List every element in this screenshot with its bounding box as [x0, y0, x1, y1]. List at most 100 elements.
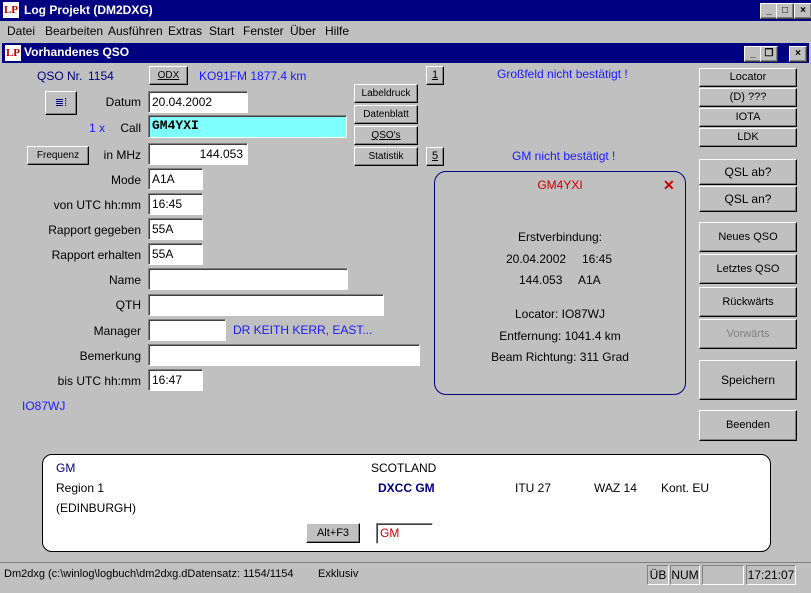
bemerkung-field[interactable] — [148, 344, 420, 366]
erst-freq: 144.053 — [519, 273, 563, 287]
von-utc-label: von UTC hh:mm — [53, 198, 141, 212]
statistik-button[interactable]: Statistik — [354, 147, 418, 166]
call-label: Call — [120, 121, 141, 135]
rueckwaerts-button[interactable]: Rückwärts — [699, 287, 797, 317]
child-close-button[interactable]: × — [789, 46, 807, 62]
menu-bar: Datei Bearbeiten Ausführen Extras Start … — [0, 21, 811, 41]
neues-qso-button[interactable]: Neues QSO — [699, 222, 797, 252]
rapport-gegeben-label: Rapport gegeben — [48, 223, 141, 237]
alt-f3-button[interactable]: Alt+F3 — [306, 523, 360, 543]
name-label: Name — [108, 273, 141, 287]
child-title: Vorhandenes QSO — [24, 45, 130, 59]
warning-grossfeld: Großfeld nicht bestätigt ! — [497, 67, 628, 81]
status-mode: Exklusiv — [318, 568, 359, 580]
locator-button[interactable]: Locator — [699, 68, 797, 87]
child-icon: LP — [5, 45, 21, 61]
window-title: Log Projekt (DM2DXG) — [24, 3, 153, 17]
name-field[interactable] — [148, 268, 348, 290]
manager-info: DR KEITH KERR, EAST... — [233, 323, 373, 337]
call-count: 1 x — [89, 121, 106, 135]
datenblatt-button[interactable]: Datenblatt — [354, 105, 418, 124]
warning-gm: GM nicht bestätigt ! — [512, 149, 616, 163]
dxcc-itu: ITU 27 — [515, 481, 552, 495]
dxcc-info-panel: GM SCOTLAND Region 1 DXCC GM ITU 27 WAZ … — [42, 454, 771, 552]
von-utc-field[interactable]: 16:45 — [148, 193, 203, 215]
menu-start[interactable]: Start — [209, 24, 234, 38]
list-button[interactable]: ≣⁞ — [45, 91, 77, 115]
rapport-erhalten-field[interactable]: 55A — [148, 243, 203, 265]
maximize-button[interactable]: □ — [776, 3, 794, 19]
iota-button[interactable]: IOTA — [699, 108, 797, 127]
speichern-button[interactable]: Speichern — [699, 360, 797, 400]
mode-label: Mode — [110, 173, 141, 187]
prefix-field[interactable]: GM — [376, 523, 433, 544]
child-title-bar: LP Vorhandenes QSO _ ❐ × — [2, 43, 809, 63]
qsl-ab-button[interactable]: QSL ab? — [699, 159, 797, 185]
dxcc-region: Region 1 — [56, 481, 105, 495]
ldk-button[interactable]: LDK — [699, 128, 797, 147]
freq-field[interactable]: 144.053 — [148, 143, 248, 165]
rapport-gegeben-field[interactable]: 55A — [148, 218, 203, 240]
freq-label: in MHz — [103, 148, 141, 162]
rapport-erhalten-label: Rapport erhalten — [51, 248, 141, 262]
call-field[interactable]: GM4YXI — [148, 115, 347, 138]
qso-nr: 1154 — [88, 69, 114, 83]
menu-extras[interactable]: Extras — [168, 24, 202, 38]
menu-datei[interactable]: Datei — [7, 24, 35, 38]
close-button[interactable]: × — [794, 3, 811, 19]
one-button[interactable]: 1 — [426, 66, 444, 85]
d-button[interactable]: (D) ??? — [699, 88, 797, 107]
bemerkung-label: Bemerkung — [79, 349, 141, 363]
locator-display: IO87WJ — [22, 399, 66, 413]
dxcc-waz: WAZ 14 — [594, 481, 637, 495]
status-empty — [702, 565, 744, 585]
qth-field[interactable] — [148, 294, 384, 316]
mode-field[interactable]: A1A — [148, 168, 203, 190]
qso-nr-label: QSO Nr. — [37, 69, 83, 83]
frequenz-button[interactable]: Frequenz — [27, 146, 89, 165]
child-restore-button[interactable]: ❐ — [760, 46, 778, 62]
dxcc-prefix: GM — [56, 461, 76, 475]
odx-button[interactable]: ODX — [149, 66, 188, 85]
menu-bearbeiten[interactable]: Bearbeiten — [45, 24, 103, 38]
menu-hilfe[interactable]: Hilfe — [325, 24, 349, 38]
popup-locator: Locator: IO87WJ — [514, 307, 606, 321]
erst-date: 20.04.2002 — [506, 252, 567, 266]
status-time: 17:21:07 — [746, 565, 796, 585]
letztes-qso-button[interactable]: Letztes QSO — [699, 254, 797, 284]
popup-close-icon[interactable]: ✕ — [663, 177, 675, 194]
five-button[interactable]: 5 — [426, 147, 444, 166]
menu-fenster[interactable]: Fenster — [243, 24, 284, 38]
popup-entfernung: Entfernung: 1041.4 km — [499, 329, 621, 343]
dxcc-country: SCOTLAND — [371, 461, 437, 475]
locator-distance: KO91FM 1877.4 km — [199, 69, 307, 83]
status-num: NUM — [670, 565, 700, 585]
status-file: Dm2dxg (c:\winlog\logbuch\dm2dxg.dDatens… — [4, 568, 294, 580]
dxcc-entity: DXCC GM — [378, 481, 435, 495]
manager-field[interactable] — [148, 319, 226, 341]
labeldruck-button[interactable]: Labeldruck — [354, 84, 418, 103]
menu-ausfuehren[interactable]: Ausführen — [108, 24, 163, 38]
erstverbindung-label: Erstverbindung: — [517, 230, 603, 244]
popup-call: GM4YXI — [537, 178, 583, 192]
popup-beam: Beam Richtung: 311 Grad — [491, 350, 629, 364]
datum-label: Datum — [105, 95, 141, 109]
bis-utc-field[interactable]: 16:47 — [148, 369, 203, 391]
bis-utc-label: bis UTC hh:mm — [57, 374, 141, 388]
manager-label: Manager — [93, 324, 141, 338]
dxcc-kont: Kont. EU — [661, 481, 710, 495]
vorwaerts-button[interactable]: Vorwärts — [699, 319, 797, 349]
erst-mode: A1A — [578, 273, 601, 287]
qsl-an-button[interactable]: QSL an? — [699, 186, 797, 212]
title-bar: LP Log Projekt (DM2DXG) _ □ × — [0, 0, 811, 21]
erst-time: 16:45 — [582, 252, 613, 266]
datum-field[interactable]: 20.04.2002 — [148, 91, 248, 113]
qth-label: QTH — [115, 298, 141, 312]
qsos-button[interactable]: QSO's — [354, 126, 418, 145]
app-icon: LP — [3, 2, 19, 18]
first-contact-panel: GM4YXI ✕ Erstverbindung: 20.04.2002 16:4… — [434, 171, 686, 395]
status-ub: ÜB — [647, 565, 669, 585]
dxcc-sub: (EDINBURGH) — [56, 501, 136, 515]
menu-ueber[interactable]: Über — [290, 24, 316, 38]
beenden-button[interactable]: Beenden — [699, 410, 797, 441]
